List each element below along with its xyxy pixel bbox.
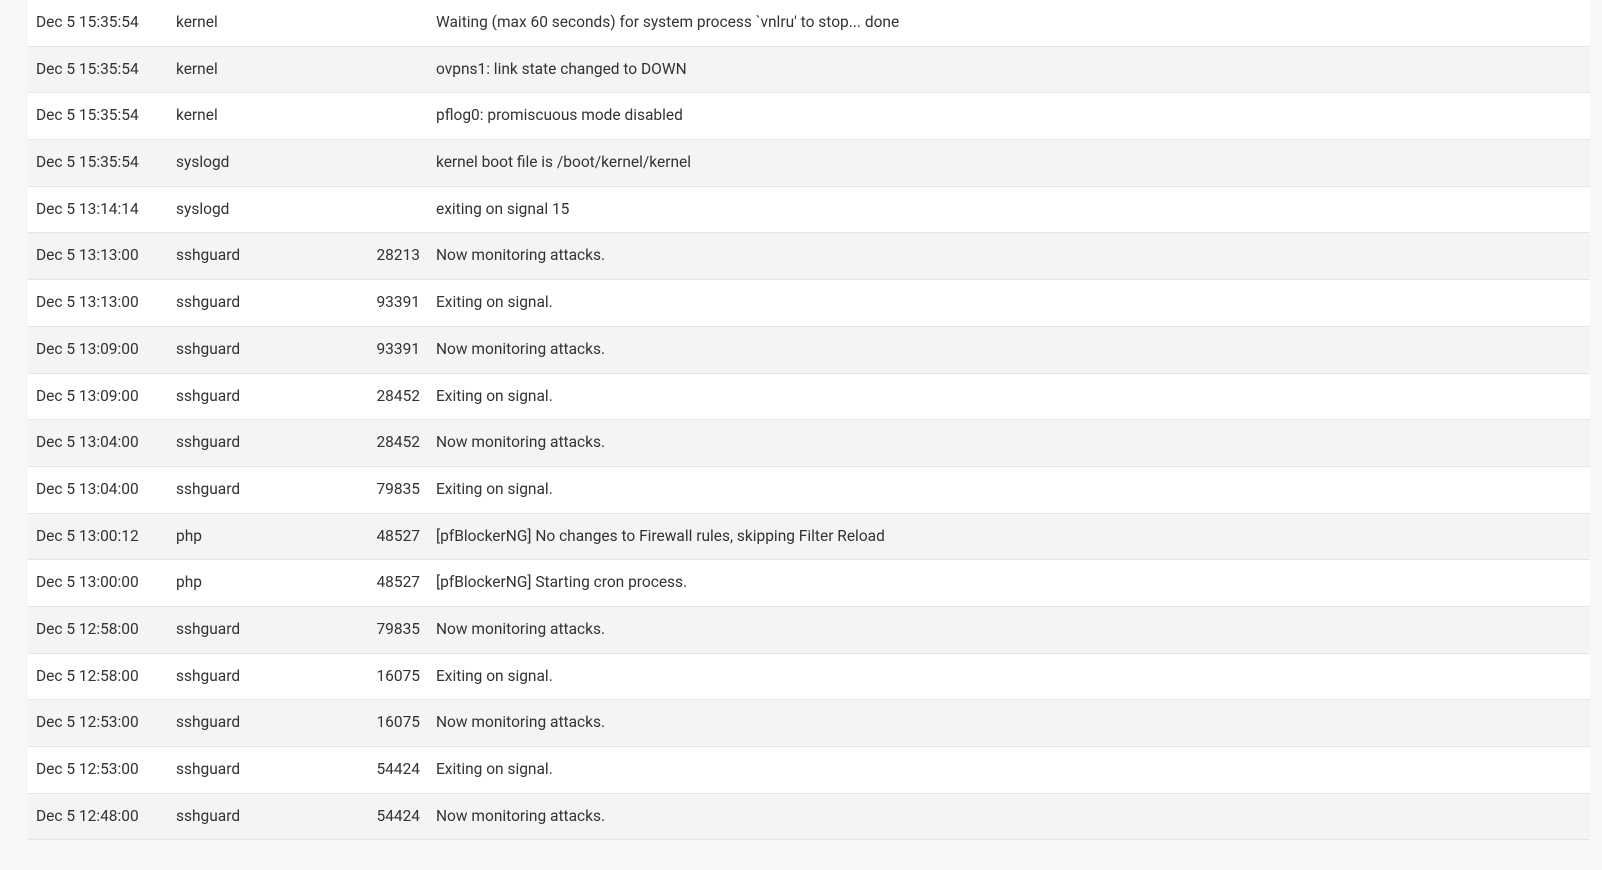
table-row: Dec 5 12:53:00sshguard16075Now monitorin… bbox=[28, 700, 1590, 747]
log-time: Dec 5 13:14:14 bbox=[28, 186, 168, 233]
log-process: kernel bbox=[168, 93, 358, 140]
table-row: Dec 5 13:04:00sshguard28452Now monitorin… bbox=[28, 420, 1590, 467]
table-row: Dec 5 15:35:54kernel Waiting (max 60 seco… bbox=[28, 0, 1590, 46]
log-time: Dec 5 15:35:54 bbox=[28, 93, 168, 140]
log-table-body: Dec 5 15:35:54kernelWaiting (max 60 seco… bbox=[28, 0, 1590, 840]
log-process: sshguard bbox=[168, 420, 358, 467]
log-pid bbox=[358, 0, 428, 46]
log-pid bbox=[358, 93, 428, 140]
log-process: kernel bbox=[168, 46, 358, 93]
log-time: Dec 5 12:53:00 bbox=[28, 747, 168, 794]
log-time: Dec 5 13:13:00 bbox=[28, 233, 168, 280]
table-row: Dec 5 12:53:00sshguard54424Exiting on si… bbox=[28, 747, 1590, 794]
log-process: sshguard bbox=[168, 280, 358, 327]
log-pid: 54424 bbox=[358, 793, 428, 840]
table-row: Dec 5 15:35:54kernel pflog0: promiscuous … bbox=[28, 93, 1590, 140]
log-message: Now monitoring attacks. bbox=[428, 793, 1590, 840]
log-time: Dec 5 15:35:54 bbox=[28, 0, 168, 46]
log-process: sshguard bbox=[168, 747, 358, 794]
log-process: sshguard bbox=[168, 373, 358, 420]
log-process: php bbox=[168, 560, 358, 607]
log-time: Dec 5 12:58:00 bbox=[28, 606, 168, 653]
log-pid bbox=[358, 186, 428, 233]
log-message: Exiting on signal. bbox=[428, 280, 1590, 327]
log-process: sshguard bbox=[168, 653, 358, 700]
log-time: Dec 5 12:53:00 bbox=[28, 700, 168, 747]
log-message: kernel boot file is /boot/kernel/kernel bbox=[428, 140, 1590, 187]
table-row: Dec 5 13:00:12php48527[pfBlockerNG] No c… bbox=[28, 513, 1590, 560]
log-process: sshguard bbox=[168, 606, 358, 653]
log-time: Dec 5 13:00:00 bbox=[28, 560, 168, 607]
log-message: Now monitoring attacks. bbox=[428, 326, 1590, 373]
table-row: Dec 5 15:35:54syslogd kernel boot file is… bbox=[28, 140, 1590, 187]
log-process: syslogd bbox=[168, 140, 358, 187]
log-pid: 48527 bbox=[358, 513, 428, 560]
table-row: Dec 5 13:09:00sshguard93391Now monitorin… bbox=[28, 326, 1590, 373]
log-pid: 16075 bbox=[358, 700, 428, 747]
log-message: Now monitoring attacks. bbox=[428, 233, 1590, 280]
log-message: [pfBlockerNG] No changes to Firewall rul… bbox=[428, 513, 1590, 560]
log-pid: 28213 bbox=[358, 233, 428, 280]
log-pid: 79835 bbox=[358, 466, 428, 513]
log-message: exiting on signal 15 bbox=[428, 186, 1590, 233]
log-process: sshguard bbox=[168, 793, 358, 840]
table-row: Dec 5 12:58:00sshguard16075Exiting on si… bbox=[28, 653, 1590, 700]
log-pid: 48527 bbox=[358, 560, 428, 607]
table-row: Dec 5 13:09:00sshguard28452Exiting on si… bbox=[28, 373, 1590, 420]
log-time: Dec 5 13:04:00 bbox=[28, 466, 168, 513]
table-row: Dec 5 13:13:00sshguard93391Exiting on si… bbox=[28, 280, 1590, 327]
log-message: [pfBlockerNG] Starting cron process. bbox=[428, 560, 1590, 607]
log-pid bbox=[358, 140, 428, 187]
table-row: Dec 5 13:13:00sshguard28213Now monitorin… bbox=[28, 233, 1590, 280]
log-process: syslogd bbox=[168, 186, 358, 233]
log-process: sshguard bbox=[168, 700, 358, 747]
log-time: Dec 5 13:09:00 bbox=[28, 373, 168, 420]
log-message: Now monitoring attacks. bbox=[428, 606, 1590, 653]
log-pid: 93391 bbox=[358, 280, 428, 327]
log-pid bbox=[358, 46, 428, 93]
log-pid: 54424 bbox=[358, 747, 428, 794]
log-process: sshguard bbox=[168, 233, 358, 280]
log-process: kernel bbox=[168, 0, 358, 46]
log-message: Exiting on signal. bbox=[428, 747, 1590, 794]
log-pid: 79835 bbox=[358, 606, 428, 653]
log-pid: 28452 bbox=[358, 420, 428, 467]
log-time: Dec 5 12:58:00 bbox=[28, 653, 168, 700]
log-time: Dec 5 15:35:54 bbox=[28, 46, 168, 93]
log-message: Now monitoring attacks. bbox=[428, 700, 1590, 747]
table-row: Dec 5 12:48:00sshguard54424Now monitorin… bbox=[28, 793, 1590, 840]
table-row: Dec 5 13:00:00php48527[pfBlockerNG] Star… bbox=[28, 560, 1590, 607]
log-message: Now monitoring attacks. bbox=[428, 420, 1590, 467]
table-row: Dec 5 13:04:00sshguard79835Exiting on si… bbox=[28, 466, 1590, 513]
log-message: Exiting on signal. bbox=[428, 653, 1590, 700]
log-time: Dec 5 15:35:54 bbox=[28, 140, 168, 187]
log-time: Dec 5 13:13:00 bbox=[28, 280, 168, 327]
log-pid: 93391 bbox=[358, 326, 428, 373]
table-row: Dec 5 15:35:54kernel ovpns1: link state c… bbox=[28, 46, 1590, 93]
log-message: Waiting (max 60 seconds) for system proc… bbox=[428, 0, 1590, 46]
log-message: Exiting on signal. bbox=[428, 373, 1590, 420]
log-pid: 16075 bbox=[358, 653, 428, 700]
table-row: Dec 5 13:14:14syslogd exiting on signal 1… bbox=[28, 186, 1590, 233]
log-time: Dec 5 13:00:12 bbox=[28, 513, 168, 560]
log-message: pflog0: promiscuous mode disabled bbox=[428, 93, 1590, 140]
log-table: Dec 5 15:35:54kernelWaiting (max 60 seco… bbox=[28, 0, 1590, 840]
log-time: Dec 5 12:48:00 bbox=[28, 793, 168, 840]
log-process: php bbox=[168, 513, 358, 560]
log-message: ovpns1: link state changed to DOWN bbox=[428, 46, 1590, 93]
log-pid: 28452 bbox=[358, 373, 428, 420]
log-message: Exiting on signal. bbox=[428, 466, 1590, 513]
log-process: sshguard bbox=[168, 466, 358, 513]
log-time: Dec 5 13:09:00 bbox=[28, 326, 168, 373]
log-process: sshguard bbox=[168, 326, 358, 373]
log-time: Dec 5 13:04:00 bbox=[28, 420, 168, 467]
table-row: Dec 5 12:58:00sshguard79835Now monitorin… bbox=[28, 606, 1590, 653]
